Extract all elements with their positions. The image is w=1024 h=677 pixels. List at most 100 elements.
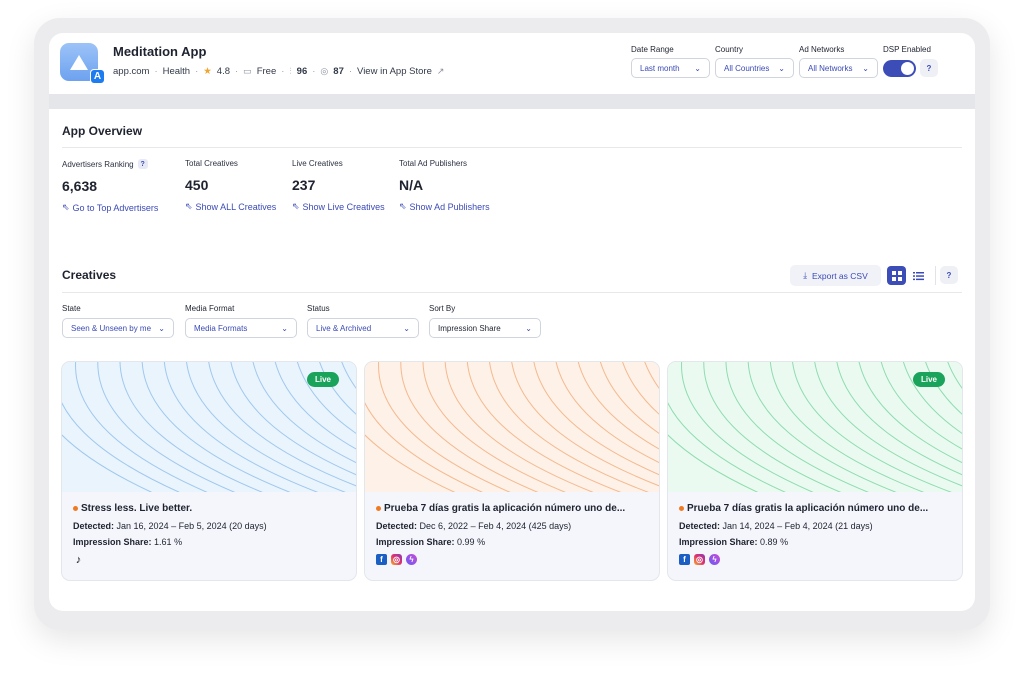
sort-by-filter: Sort By Impression Share ⌄: [429, 304, 541, 338]
view-in-app-store-link[interactable]: View in App Store: [357, 66, 432, 77]
date-range-filter: Date Range Last month ⌄: [631, 45, 710, 78]
go-to-top-advertisers-link[interactable]: ⇖ Go to Top Advertisers: [62, 202, 158, 213]
help-icon[interactable]: ?: [137, 159, 148, 169]
grid-icon: [891, 270, 902, 281]
star-icon: ★: [203, 66, 212, 77]
status-dot: [73, 506, 78, 511]
export-csv-label: Export as CSV: [812, 270, 868, 281]
toolbar-separator: [935, 266, 936, 285]
stat-live-creatives: Live Creatives 237 ⇖ Show Live Creatives: [292, 159, 385, 212]
app-overview-title: App Overview: [62, 124, 143, 138]
export-csv-button[interactable]: ⤓ Export as CSV: [790, 265, 881, 286]
app-domain[interactable]: app.com: [113, 66, 149, 77]
sort-by-value: Impression Share: [438, 323, 501, 333]
list-icon: [913, 271, 924, 280]
status-dot: [679, 506, 684, 511]
show-live-creatives-link[interactable]: ⇖ Show Live Creatives: [292, 201, 385, 212]
app-stat-2: 87: [333, 66, 344, 77]
country-select[interactable]: All Countries ⌄: [715, 58, 794, 78]
chevron-down-icon: ⌄: [525, 323, 532, 333]
sort-by-select[interactable]: Impression Share ⌄: [429, 318, 541, 338]
stat-label: Live Creatives: [292, 159, 343, 168]
chevron-down-icon: ⌄: [281, 323, 288, 333]
creative-impression-share: Impression Share: 0.89 %: [679, 537, 789, 547]
country-label: Country: [715, 45, 744, 54]
stat-total-creatives: Total Creatives 450 ⇖ Show ALL Creatives: [185, 159, 276, 212]
chart-icon: ⫶: [289, 66, 292, 76]
chevron-down-icon: ⌄: [778, 63, 785, 73]
sort-by-label: Sort By: [429, 304, 456, 313]
arrow-up-left-icon: ⇖: [62, 202, 70, 212]
state-label: State: [62, 304, 81, 313]
instagram-icon: ◎: [391, 554, 402, 565]
download-icon: ⤓: [803, 270, 807, 280]
creative-card[interactable]: Prueba 7 días gratis la aplicación númer…: [364, 361, 660, 581]
status-label: Status: [307, 304, 330, 313]
network-icons: ♪: [73, 553, 84, 566]
chevron-down-icon: ⌄: [403, 323, 410, 333]
arrow-up-left-icon: ⇖: [185, 201, 193, 211]
stat-value: 237: [292, 177, 316, 193]
app-name: Meditation App: [113, 44, 207, 59]
stat-label: Total Creatives: [185, 159, 238, 168]
date-range-select[interactable]: Last month ⌄: [631, 58, 710, 78]
app-price: Free: [256, 66, 277, 77]
creative-card[interactable]: Live Prueba 7 días gratis la aplicación …: [667, 361, 963, 581]
app-meta: app.com · Health · ★ 4.8 · ▭ Free · ⫶ 96 · …: [113, 66, 445, 77]
ad-networks-select[interactable]: All Networks ⌄: [799, 58, 878, 78]
dsp-toggle[interactable]: [883, 59, 916, 77]
grid-view-button[interactable]: [887, 266, 906, 285]
globe-icon: ◎: [320, 66, 329, 76]
creative-detected: Detected: Jan 14, 2024 – Feb 4, 2024 (21…: [679, 521, 873, 531]
creative-card[interactable]: Live Stress less. Live better. Detected:…: [61, 361, 357, 581]
status-filter: Status Live & Archived ⌄: [307, 304, 419, 338]
arrow-up-left-icon: ⇖: [292, 201, 300, 211]
facebook-icon: f: [376, 554, 387, 565]
list-view-button[interactable]: [909, 266, 928, 285]
media-format-filter: Media Format Media Formats ⌄: [185, 304, 297, 338]
creative-title: Prueba 7 días gratis la aplicación númer…: [679, 503, 928, 514]
stat-advertisers-ranking: Advertisers Ranking? 6,638 ⇖ Go to Top Ad…: [62, 159, 158, 213]
date-range-value: Last month: [640, 63, 680, 73]
app-category: Health: [162, 66, 191, 77]
date-range-label: Date Range: [631, 45, 674, 54]
main-card: A Meditation App app.com · Health · ★ 4.8…: [49, 33, 975, 611]
show-all-creatives-link[interactable]: ⇖ Show ALL Creatives: [185, 201, 276, 212]
tiktok-icon: ♪: [75, 553, 82, 566]
arrow-up-left-icon: ⇖: [399, 201, 407, 211]
messenger-icon: ϟ: [406, 554, 417, 565]
ad-networks-value: All Networks: [808, 63, 853, 73]
messenger-icon: ϟ: [709, 554, 720, 565]
dsp-label: DSP Enabled: [883, 45, 931, 54]
show-ad-publishers-link[interactable]: ⇖ Show Ad Publishers: [399, 201, 490, 212]
divider-bar: [49, 94, 975, 109]
ad-networks-label: Ad Networks: [799, 45, 845, 54]
stat-value: 6,638: [62, 178, 98, 194]
creative-impression-share: Impression Share: 1.61 %: [73, 537, 183, 547]
app-store-icon: A: [90, 69, 105, 84]
creative-detected: Detected: Dec 6, 2022 – Feb 4, 2024 (425…: [376, 521, 572, 531]
overview-divider: [62, 147, 962, 148]
creative-impression-share: Impression Share: 0.99 %: [376, 537, 486, 547]
creatives-title: Creatives: [62, 268, 117, 282]
creative-thumbnail: [365, 362, 659, 492]
stat-label: Advertisers Ranking?: [62, 159, 158, 169]
creatives-help-button[interactable]: ?: [940, 266, 958, 284]
dsp-help-button[interactable]: ?: [920, 59, 938, 77]
external-link-icon[interactable]: ↗: [437, 66, 445, 77]
ad-networks-filter: Ad Networks All Networks ⌄: [799, 45, 878, 78]
country-value: All Countries: [724, 63, 770, 73]
app-stat-1: 96: [296, 66, 308, 77]
facebook-icon: f: [679, 554, 690, 565]
network-icons: f ◎ ϟ: [679, 554, 720, 565]
status-value: Live & Archived: [316, 323, 372, 333]
status-select[interactable]: Live & Archived ⌄: [307, 318, 419, 338]
media-format-select[interactable]: Media Formats ⌄: [185, 318, 297, 338]
stat-label: Total Ad Publishers: [399, 159, 468, 168]
state-select[interactable]: Seen & Unseen by me ⌄: [62, 318, 174, 338]
creative-detected: Detected: Jan 16, 2024 – Feb 5, 2024 (20…: [73, 521, 267, 531]
creative-title: Prueba 7 días gratis la aplicación númer…: [376, 503, 625, 514]
country-filter: Country All Countries ⌄: [715, 45, 794, 78]
live-badge: Live: [912, 372, 945, 387]
stat-value: 450: [185, 177, 209, 193]
